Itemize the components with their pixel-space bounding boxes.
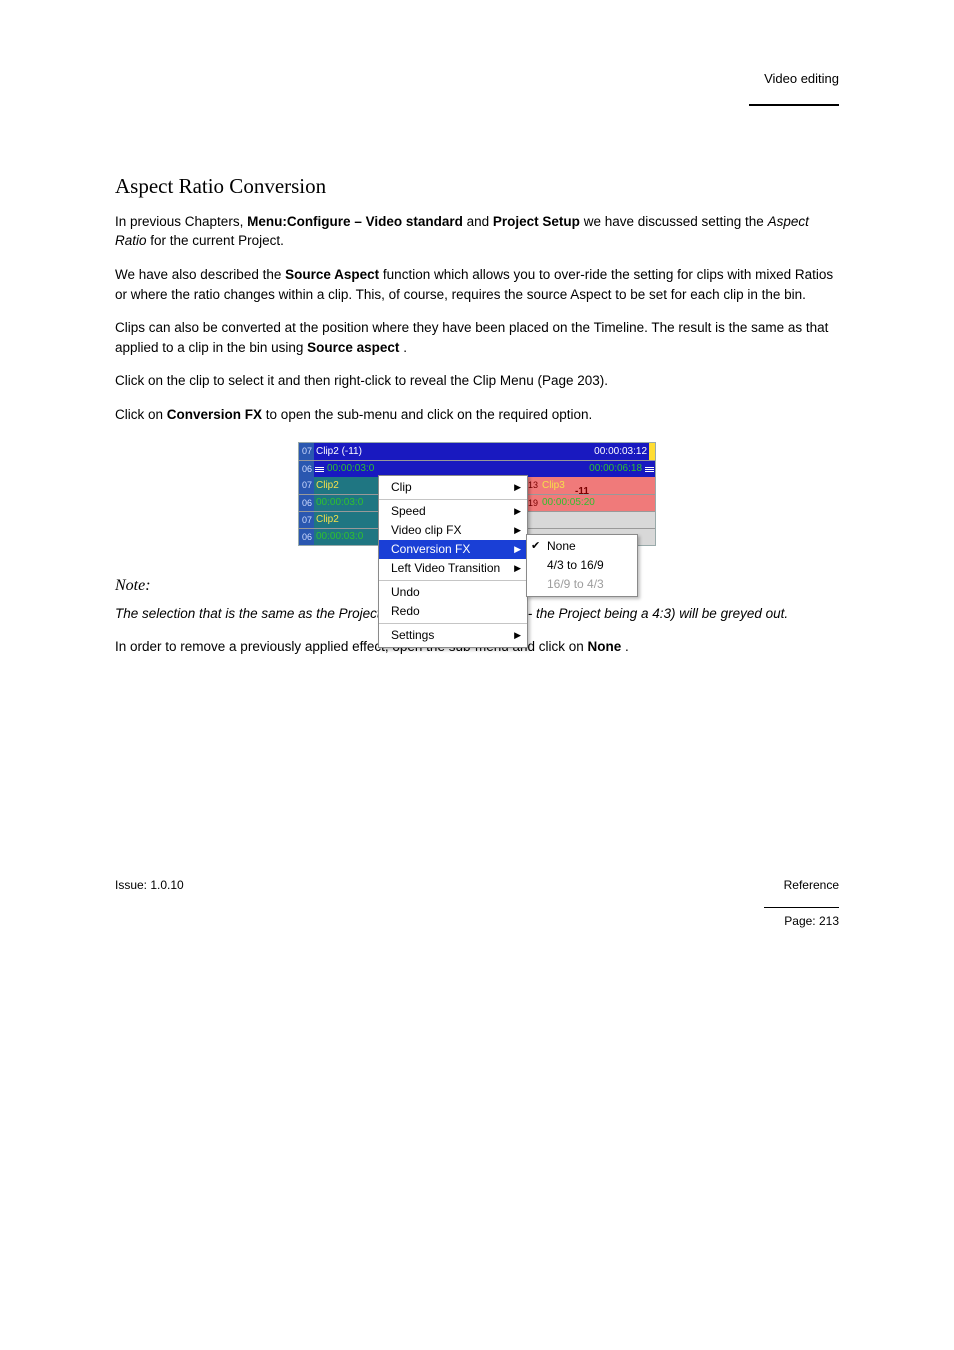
footer-underline bbox=[764, 907, 839, 908]
menu-item-left-video-transition[interactable]: Left Video Transition ▶ bbox=[379, 559, 527, 578]
row-number: 07 bbox=[299, 443, 314, 460]
row-number: 07 bbox=[299, 512, 314, 528]
footer-issue: Issue: 1.0.10 bbox=[115, 877, 184, 894]
chevron-right-icon: ▶ bbox=[514, 562, 521, 575]
hamburger-icon[interactable] bbox=[644, 461, 655, 477]
screenshot-figure: 07 Clip2 (-11) 00:00:03:12 06 00:00:03:0… bbox=[298, 442, 656, 546]
clip-time: 00:00:06:18 bbox=[589, 461, 644, 477]
para-5: Click on Conversion FX to open the sub-m… bbox=[115, 405, 839, 425]
timeline-row: 07 Clip2 (-11) 00:00:03:12 bbox=[299, 443, 655, 460]
submenu-item-none[interactable]: ✔ None bbox=[527, 537, 637, 556]
chevron-right-icon: ▶ bbox=[514, 543, 521, 556]
submenu-item-43-169[interactable]: 4/3 to 16/9 bbox=[527, 556, 637, 575]
clip-label[interactable]: Clip2 bbox=[314, 512, 379, 528]
menu-item-redo[interactable]: Redo bbox=[379, 602, 527, 621]
clip-time[interactable]: 00:00:03:0 bbox=[314, 495, 379, 511]
clip-time: 00:00:03:12 bbox=[594, 443, 649, 460]
submenu-item-169-43: 16/9 to 4/3 bbox=[527, 575, 637, 594]
chevron-right-icon: ▶ bbox=[514, 505, 521, 518]
row-number: 07 bbox=[299, 477, 314, 494]
footer-section: Reference bbox=[784, 878, 839, 892]
context-menu: Clip ▶ Speed ▶ Video clip FX ▶ Conversio… bbox=[378, 475, 528, 648]
clip-time[interactable]: 00:00:03:0 bbox=[314, 529, 379, 545]
page-footer: Issue: 1.0.10 Reference Page: 213 bbox=[115, 877, 839, 931]
menu-item-speed[interactable]: Speed ▶ bbox=[379, 502, 527, 521]
para-3: Clips can also be converted at the posit… bbox=[115, 318, 839, 357]
menu-item-conversion-fx[interactable]: Conversion FX ▶ bbox=[379, 540, 527, 559]
footer-page: Page: 213 bbox=[784, 914, 839, 928]
chevron-right-icon: ▶ bbox=[514, 481, 521, 494]
menu-item-clip[interactable]: Clip ▶ bbox=[379, 478, 527, 497]
para-2: We have also described the Source Aspect… bbox=[115, 265, 839, 304]
clip-label[interactable]: Clip3 bbox=[540, 477, 655, 494]
clip-time[interactable]: 00:00:05:20 bbox=[540, 495, 655, 511]
chevron-right-icon: ▶ bbox=[514, 629, 521, 642]
para-4: Click on the clip to select it and then … bbox=[115, 371, 839, 391]
section-name: Video editing bbox=[115, 70, 839, 89]
clip-edge[interactable] bbox=[649, 443, 655, 460]
menu-item-settings[interactable]: Settings ▶ bbox=[379, 626, 527, 645]
clip-offset: -11 bbox=[575, 485, 589, 500]
page-title: Aspect Ratio Conversion bbox=[115, 171, 839, 201]
submenu-conversion-fx: ✔ None 4/3 to 16/9 16/9 to 4/3 bbox=[526, 534, 638, 597]
hamburger-icon[interactable] bbox=[314, 461, 325, 477]
row-number: 06 bbox=[299, 495, 314, 511]
section-header: Video editing bbox=[115, 70, 839, 111]
section-underline bbox=[749, 104, 839, 106]
menu-item-undo[interactable]: Undo bbox=[379, 583, 527, 602]
check-icon: ✔ bbox=[531, 539, 547, 555]
clip-label[interactable]: Clip2 (-11) bbox=[314, 443, 594, 460]
row-number: 06 bbox=[299, 461, 314, 477]
para-1: In previous Chapters, Menu:Configure – V… bbox=[115, 212, 839, 251]
clip-label[interactable]: Clip2 bbox=[314, 477, 379, 494]
chevron-right-icon: ▶ bbox=[514, 524, 521, 537]
menu-item-video-clip-fx[interactable]: Video clip FX ▶ bbox=[379, 521, 527, 540]
row-number: 06 bbox=[299, 529, 314, 545]
